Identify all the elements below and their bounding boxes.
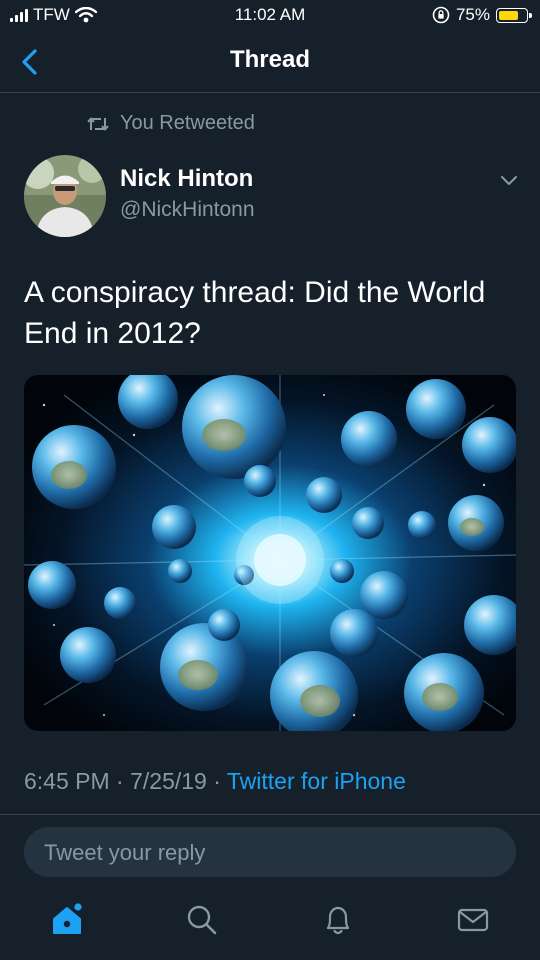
tweet-time: 6:45 PM: [24, 768, 110, 794]
retweet-label: You Retweeted: [120, 112, 255, 134]
tweet-meta: 6:45 PM · 7/25/19 · Twitter for iPhone: [24, 768, 406, 795]
battery-fill: [499, 10, 518, 20]
navigation-bar: Thread: [0, 32, 540, 93]
author-name[interactable]: Nick Hinton: [120, 165, 253, 193]
meta-separator: ·: [116, 768, 124, 794]
tweet-date: 7/25/19: [130, 768, 207, 794]
meta-separator: ·: [213, 768, 221, 794]
reply-box[interactable]: [24, 827, 516, 879]
battery-percent: 75%: [455, 5, 490, 24]
tab-bar: [0, 890, 540, 960]
orientation-lock-icon: [432, 6, 450, 24]
notifications-icon[interactable]: [320, 902, 356, 938]
avatar[interactable]: [24, 155, 106, 237]
home-icon[interactable]: [49, 902, 85, 938]
tweet-source-link[interactable]: Twitter for iPhone: [227, 768, 406, 794]
messages-icon[interactable]: [455, 902, 491, 938]
battery-info: 75%: [432, 5, 532, 25]
page-title: Thread: [229, 46, 310, 73]
divider: [0, 814, 540, 815]
status-bar: TFW 11:02 AM 75%: [0, 0, 540, 32]
reply-input[interactable]: [42, 827, 496, 879]
retweet-indicator: You Retweeted: [86, 112, 255, 135]
author-handle[interactable]: @NickHintonn: [120, 198, 255, 222]
tweet-text: A conspiracy thread: Did the World End i…: [24, 276, 486, 350]
tweet-image[interactable]: [24, 375, 516, 731]
retweet-icon: [87, 117, 109, 130]
chevron-down-icon[interactable]: [498, 172, 520, 188]
battery-icon: [496, 7, 532, 23]
search-icon[interactable]: [184, 902, 220, 938]
